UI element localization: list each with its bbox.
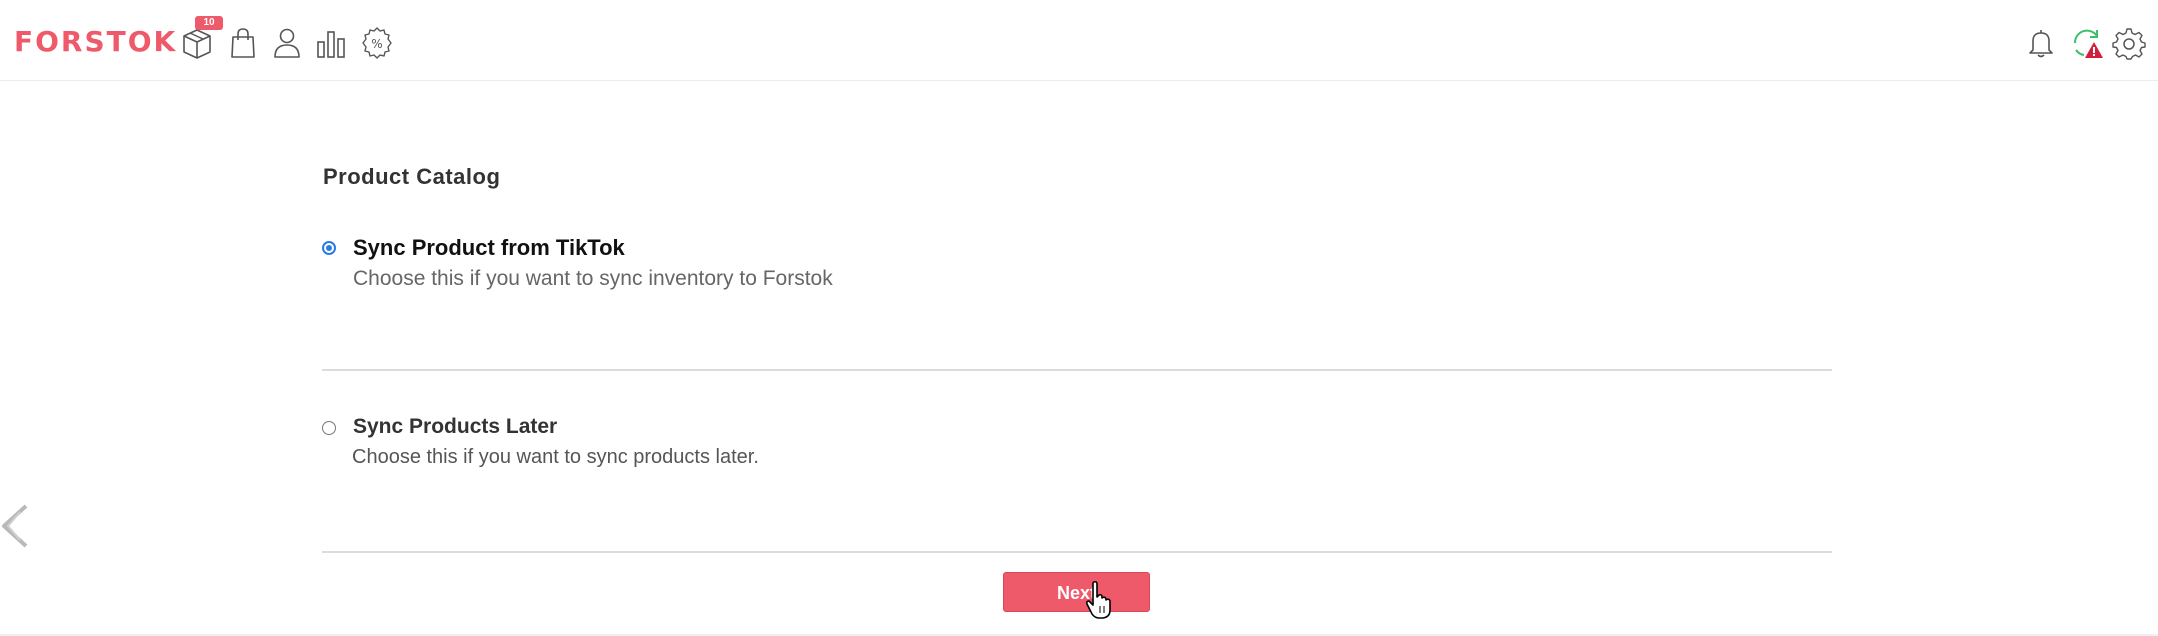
divider <box>322 369 1832 371</box>
top-navigation-bar: FORSTOK 10 % <box>0 0 2158 81</box>
user-icon[interactable] <box>270 26 304 60</box>
option-label: Sync Products Later <box>353 415 558 438</box>
option-description: Choose this if you want to sync products… <box>352 446 759 468</box>
option-label: Sync Product from TikTok <box>353 235 625 260</box>
bar-chart-icon[interactable] <box>314 26 348 60</box>
box-icon[interactable] <box>180 26 214 60</box>
option-sync-tiktok[interactable]: Sync Product from TikTok Choose this if … <box>322 235 1832 298</box>
radio-sync-tiktok[interactable] <box>322 241 336 255</box>
shopping-bag-icon[interactable] <box>226 26 260 60</box>
bell-icon[interactable] <box>2024 26 2058 60</box>
percent-icon[interactable]: % <box>360 26 394 60</box>
svg-text:%: % <box>371 37 382 51</box>
divider <box>322 551 1832 553</box>
sync-warning-icon[interactable] <box>2070 26 2104 60</box>
hand-cursor-icon <box>1085 580 1111 619</box>
gear-icon[interactable] <box>2112 26 2146 60</box>
back-arrow-icon[interactable] <box>0 502 32 550</box>
radio-sync-later[interactable] <box>322 421 336 435</box>
next-button[interactable]: Next <box>1003 572 1150 612</box>
option-description: Choose this if you want to sync inventor… <box>353 267 833 290</box>
forstok-logo[interactable]: FORSTOK <box>14 26 177 58</box>
option-sync-later[interactable]: Sync Products Later Choose this if you w… <box>322 415 1832 478</box>
notification-badge: 10 <box>195 16 223 30</box>
page-title: Product Catalog <box>323 164 501 189</box>
